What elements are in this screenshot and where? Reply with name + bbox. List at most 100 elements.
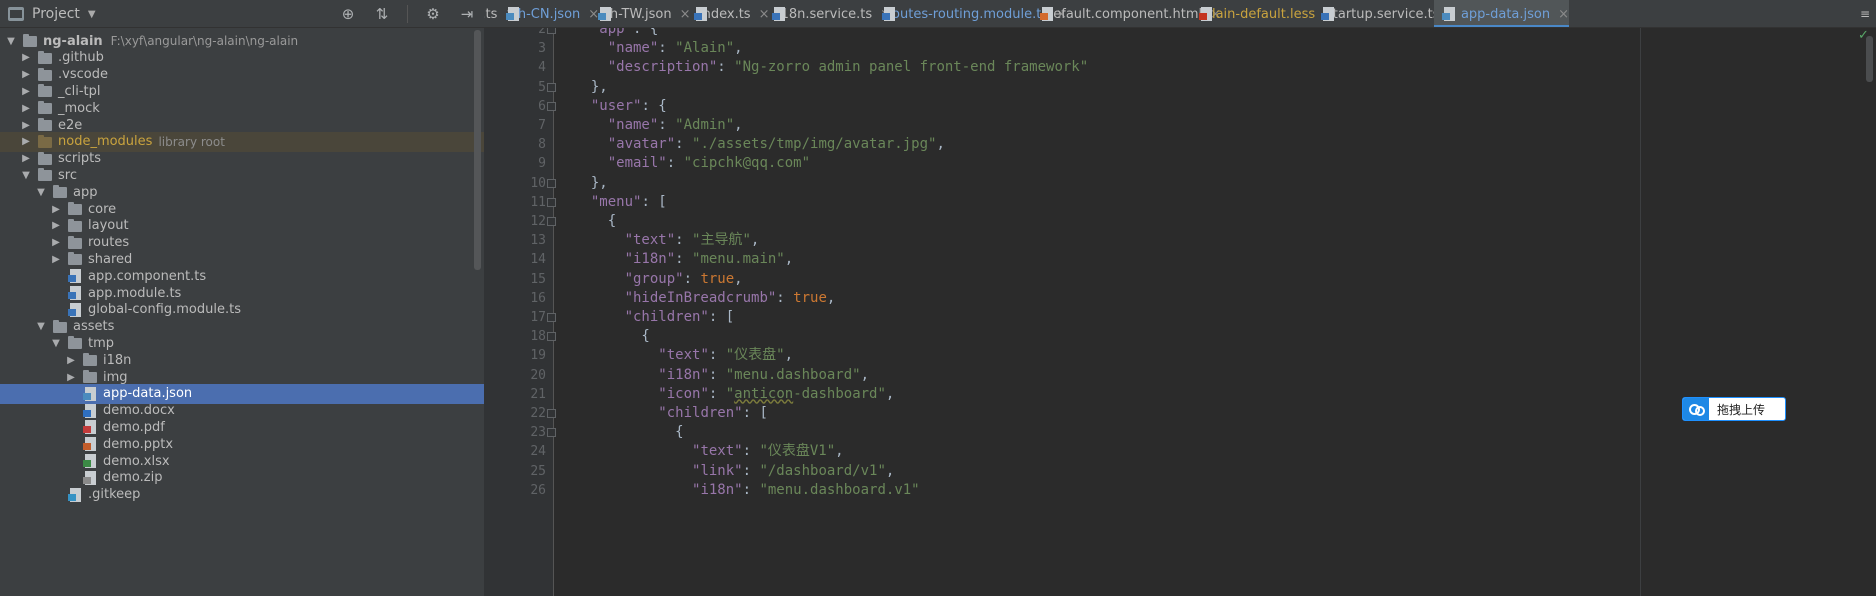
collapsed-arrow-icon[interactable]: ▶ xyxy=(19,69,33,80)
json-key: "name" xyxy=(607,117,659,133)
tree-item-label: _mock xyxy=(58,100,100,116)
code-area[interactable]: "app": { "name": "Alain", "description":… xyxy=(574,28,1876,596)
code-editor[interactable]: 2 3 4 5 6 7 8 9 10 11 12 13 14 15 16 17 18 19 20 21 22 23 24 25… xyxy=(484,28,1876,596)
collapsed-arrow-icon[interactable]: ▶ xyxy=(49,220,63,231)
editor-tab[interactable]: default.component.html × xyxy=(1032,0,1221,27)
json-punctuation: }, xyxy=(574,78,608,95)
collapsed-arrow-icon[interactable]: ▶ xyxy=(19,103,33,114)
json-punctuation: , xyxy=(784,347,794,364)
json-key: "user" xyxy=(590,97,642,114)
collapsed-arrow-icon[interactable]: ▶ xyxy=(64,372,78,383)
editor-tab[interactable]: i18n.service.ts × xyxy=(764,0,891,27)
project-tree-scrollbar[interactable] xyxy=(474,30,481,270)
json-punctuation: { xyxy=(574,424,684,441)
json-punctuation xyxy=(574,405,658,421)
code-line[interactable]: "email": "cipchk@qq.com" xyxy=(574,152,810,175)
locate-icon[interactable]: ⊕ xyxy=(339,5,357,23)
tree-item-label: node_modules xyxy=(58,134,153,150)
json-key: "description" xyxy=(607,59,718,76)
json-string: " xyxy=(725,385,735,402)
project-view-selector[interactable]: Project ▼ xyxy=(8,0,96,28)
zip-file-icon xyxy=(82,470,98,486)
editor-tab[interactable]: zh-CN.json × xyxy=(498,0,599,27)
editor-tab[interactable]: app-data.json × xyxy=(1434,0,1569,27)
collapsed-arrow-icon[interactable]: ▶ xyxy=(19,120,33,131)
collapsed-arrow-icon[interactable]: ▶ xyxy=(19,153,33,164)
project-path: F:\xyf\angular\ng-alain\ng-alain xyxy=(110,34,299,48)
editor-tab[interactable]: index.ts × xyxy=(686,0,769,27)
tree-item-label: .github xyxy=(58,50,104,66)
json-key: "link" xyxy=(692,462,743,479)
collapsed-arrow-icon[interactable]: ▶ xyxy=(19,136,33,147)
json-punctuation xyxy=(574,443,692,459)
tree-item-label: app-data.json xyxy=(103,386,193,402)
tree-file[interactable]: .gitkeep xyxy=(0,485,484,505)
collapsed-arrow-icon[interactable]: ▶ xyxy=(49,254,63,265)
json-key: "icon" xyxy=(658,385,709,402)
collapsed-arrow-icon[interactable]: ▶ xyxy=(19,52,33,63)
expanded-arrow-icon[interactable]: ▼ xyxy=(19,170,33,181)
fold-marker-icon[interactable] xyxy=(547,82,556,92)
json-key: "email" xyxy=(607,155,667,172)
gear-icon[interactable]: ⚙ xyxy=(424,5,442,23)
folder-icon xyxy=(82,352,98,368)
tree-item-label: demo.docx xyxy=(103,403,175,419)
tab-overflow-icon[interactable]: ≡ xyxy=(1860,0,1870,27)
json-punctuation xyxy=(574,28,591,37)
close-icon[interactable]: × xyxy=(1558,7,1569,22)
editor-tab[interactable]: alain-default.less × xyxy=(1191,0,1334,27)
json-punctuation: : xyxy=(658,40,676,57)
folder-icon xyxy=(37,117,53,133)
expanded-arrow-icon[interactable]: ▼ xyxy=(34,321,48,332)
fold-marker-icon[interactable] xyxy=(547,313,556,322)
hide-icon[interactable]: ⇥ xyxy=(458,5,476,23)
project-panel-header: Project ▼ ⊕ ⇅ ⚙ ⇥ xyxy=(0,0,484,28)
tree-item-label: app.component.ts xyxy=(88,268,207,284)
tab-label: app-data.json xyxy=(1460,6,1551,22)
ts-file-icon xyxy=(67,285,83,301)
code-line[interactable]: "i18n": "menu.dashboard.v1" xyxy=(574,479,920,502)
fold-marker-icon[interactable] xyxy=(547,197,556,207)
folder-icon xyxy=(52,319,68,335)
fold-marker-icon[interactable] xyxy=(547,178,556,188)
drag-upload-widget[interactable]: 拖拽上传 xyxy=(1682,397,1786,421)
code-line[interactable]: "description": "Ng-zorro admin panel fro… xyxy=(574,56,1088,79)
folder-icon xyxy=(67,218,83,234)
editor-scrollbar[interactable] xyxy=(1866,36,1873,82)
json-punctuation: , xyxy=(835,443,844,460)
fold-marker-icon[interactable] xyxy=(547,409,556,418)
project-tree[interactable]: ▼ ng-alain F:\xyf\angular\ng-alain\ng-alai… xyxy=(0,29,484,596)
tab-label: default.component.html xyxy=(1045,6,1203,22)
fold-marker-icon[interactable] xyxy=(547,28,556,34)
editor-tab[interactable]: zh-TW.json × xyxy=(590,0,690,27)
editor-tab[interactable]: routes-routing.module.ts × xyxy=(874,0,1067,27)
expanded-arrow-icon[interactable]: ▼ xyxy=(49,338,63,349)
json-key: "name" xyxy=(607,40,659,57)
json-string: "menu.dashboard" xyxy=(725,366,861,383)
collapsed-arrow-icon[interactable]: ▶ xyxy=(19,86,33,97)
json-punctuation xyxy=(574,40,608,56)
tree-item-label: layout xyxy=(88,218,129,234)
fold-marker-icon[interactable] xyxy=(547,428,556,438)
expanded-arrow-icon[interactable]: ▼ xyxy=(4,36,18,47)
json-key: "group" xyxy=(624,270,684,287)
fold-marker-icon[interactable] xyxy=(547,332,556,342)
json-punctuation: , xyxy=(784,251,794,268)
expanded-arrow-icon[interactable]: ▼ xyxy=(34,187,48,198)
editor-tab[interactable]: nport-guard.ts× xyxy=(484,0,516,27)
fold-marker-icon[interactable] xyxy=(547,101,556,111)
fold-marker-icon[interactable] xyxy=(547,217,556,226)
tree-item-label: app.module.ts xyxy=(88,285,182,301)
collapsed-arrow-icon[interactable]: ▶ xyxy=(49,237,63,248)
collapsed-arrow-icon[interactable]: ▶ xyxy=(64,355,78,366)
json-punctuation: , xyxy=(936,136,945,153)
collapsed-arrow-icon[interactable]: ▶ xyxy=(49,204,63,215)
json-string: "Ng-zorro admin panel front-end framewor… xyxy=(734,59,1089,76)
editor-tab[interactable]: startup.service.ts× xyxy=(1313,0,1458,27)
tree-item-label: _cli-tpl xyxy=(58,83,101,99)
json-punctuation: { xyxy=(574,213,617,229)
folder-icon xyxy=(67,235,83,251)
collapse-icon[interactable]: ⇅ xyxy=(373,5,391,23)
project-panel-toolbar: ⊕ ⇅ ⚙ ⇥ xyxy=(339,0,476,28)
json-punctuation: : xyxy=(708,366,726,383)
